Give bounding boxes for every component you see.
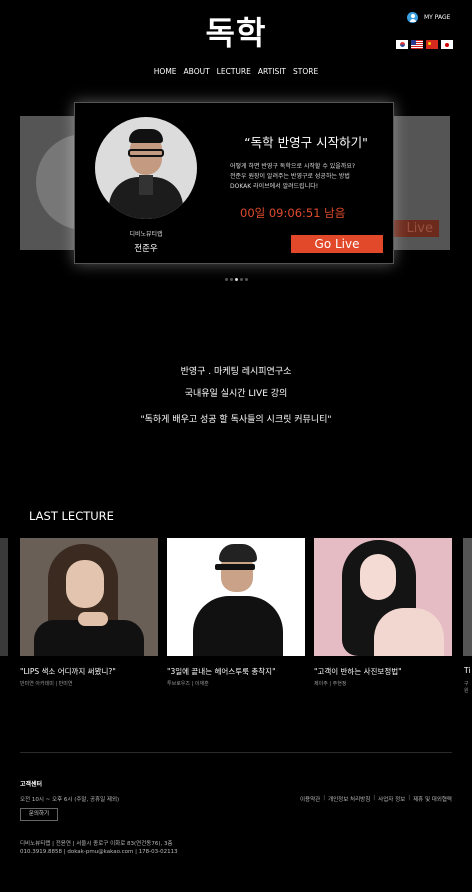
nav-store[interactable]: STORE (293, 67, 318, 76)
lecture-card[interactable]: "LIPS 색소 어디까지 써봤니?" 반미연 아카데미 | 반미연 (20, 538, 158, 687)
company-contact: 010.3919.8858 | dokak-pmu@kakao.com | 17… (20, 849, 178, 855)
carousel-dot[interactable] (224, 278, 228, 281)
intro-tagline: "독하게 배우고 성공 할 독사들의 시크릿 커뮤니티" (140, 415, 332, 425)
lecture-title: "고객이 반하는 사진보정법" (314, 667, 402, 676)
my-page-label: MY PAGE (424, 14, 451, 21)
last-lecture-heading: LAST LECTURE (29, 509, 114, 523)
host-name: 전준우 (134, 244, 158, 254)
company-address: 디비노뷰티랩 | 전윤연 | 서울시 종로구 이화로 83(연건동76), 3층 (20, 841, 173, 847)
my-page-link[interactable]: MY PAGE (407, 12, 450, 23)
banner-title: “독학 반영구 시작하기" (244, 135, 368, 150)
carousel-dot[interactable] (229, 278, 233, 281)
user-icon (407, 12, 418, 23)
banner-desc-line: 어떻게 하면 반영구 독학으로 시작할 수 있을까요? (230, 163, 356, 170)
footer-links: 이용약관 | 개인정보 처리방침 | 사업자 정보 | 제휴 및 대외협력 (300, 795, 452, 803)
footer-link-partnership[interactable]: 제휴 및 대외협력 (413, 795, 452, 803)
lecture-instructor: 반미연 아카데미 | 반미연 (20, 681, 73, 687)
host-organization: 디비노뷰티랩 (129, 231, 163, 238)
separator: | (323, 795, 326, 801)
banner-desc-line: DOKAK 라이브에서 알려드립니다! (230, 183, 319, 190)
footer-link-terms[interactable]: 이용약관 (300, 795, 320, 803)
nav-lecture[interactable]: LECTURE (217, 67, 251, 76)
banner-description: 어떻게 하면 반영구 독학으로 시작할 수 있을까요? 전준우 원장이 알려주는… (230, 162, 390, 192)
company-info: 디비노뷰티랩 | 전윤연 | 서울시 종로구 이화로 83(연건동76), 3층… (20, 840, 178, 856)
main-nav: HOME ABOUT LECTURE ARTISIT STORE (0, 67, 472, 76)
carousel-dot[interactable] (239, 278, 243, 281)
language-selector (396, 40, 453, 49)
japan-flag-icon[interactable] (441, 40, 453, 49)
carousel-pagination (0, 278, 472, 281)
separator: | (408, 795, 411, 801)
lecture-instructor: 투브로우즈 | 이재훈 (167, 681, 209, 687)
banner-desc-line: 전준우 원장이 알려주는 반영구로 성공하는 방법 (230, 173, 350, 180)
china-flag-icon[interactable] (426, 40, 438, 49)
lecture-card-peek[interactable] (463, 538, 472, 656)
go-live-button[interactable]: Go Live (291, 235, 383, 253)
lecture-card-peek[interactable] (0, 538, 8, 656)
footer-link-privacy[interactable]: 개인정보 처리방침 (328, 795, 370, 803)
host-avatar (95, 117, 197, 219)
carousel-dot[interactable] (244, 278, 248, 281)
footer-divider (20, 752, 452, 753)
lecture-instructor: 제이주 | 주현정 (314, 681, 347, 687)
lecture-card[interactable]: "3일에 끝내는 헤어스투룩 총착지" 투브로우즈 | 이재훈 (167, 538, 305, 687)
usa-flag-icon[interactable] (411, 40, 423, 49)
lecture-title: "LIPS 색소 어디까지 써봤니?" (20, 667, 116, 676)
lecture-card[interactable]: "고객이 반하는 사진보정법" 제이주 | 주현정 (314, 538, 452, 687)
lecture-title-peek: Ti (464, 666, 471, 675)
nav-home[interactable]: HOME (154, 67, 177, 76)
lecture-thumbnail (167, 538, 305, 656)
lecture-title: "3일에 끝내는 헤어스투룩 총착지" (167, 667, 276, 676)
nav-about[interactable]: ABOUT (184, 67, 210, 76)
korea-flag-icon[interactable] (396, 40, 408, 49)
live-banner-card: 디비노뷰티랩 전준우 “독학 반영구 시작하기" 어떻게 하면 반영구 독학으로… (74, 102, 394, 264)
customer-center-title: 고객센터 (20, 781, 43, 788)
lecture-thumbnail (314, 538, 452, 656)
lecture-instructor-peek: 구원 (464, 681, 469, 694)
inquiry-button[interactable]: 문의하기 (20, 808, 58, 821)
countdown-timer: 00일 09:06:51 남음 (240, 206, 346, 220)
nav-artist[interactable]: ARTISIT (258, 67, 286, 76)
separator: | (373, 795, 376, 801)
customer-center-hours: 오전 10시 ~ 오후 6시 (주말, 공휴일 제외) (20, 797, 120, 803)
lecture-thumbnail (20, 538, 158, 656)
intro-line: 국내유일 실시간 LIVE 강의 (184, 389, 288, 399)
carousel-dot[interactable] (234, 278, 238, 281)
footer-link-business-info[interactable]: 사업자 정보 (378, 795, 405, 803)
intro-line: 반영구 . 마케팅 레시피연구소 (180, 367, 292, 377)
